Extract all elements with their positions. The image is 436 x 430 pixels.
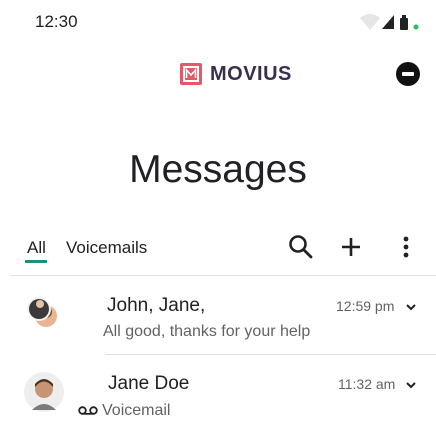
- new-message-button[interactable]: [336, 232, 366, 262]
- chevron-down-icon[interactable]: [404, 378, 418, 392]
- conversation-row[interactable]: Jane Doe Voicemail 11:32 am: [0, 358, 436, 430]
- more-options-button[interactable]: [394, 232, 418, 262]
- voicemail-icon: [78, 406, 98, 415]
- avatar: [22, 370, 66, 414]
- divider: [10, 275, 436, 276]
- notification-dot-icon: [413, 24, 419, 30]
- more-vert-icon: [403, 236, 409, 258]
- status-bar: 12:30: [0, 0, 436, 40]
- group-avatar: [24, 288, 64, 332]
- brand-logo: MOVIUS: [180, 60, 292, 88]
- chevron-down-icon[interactable]: [404, 300, 418, 314]
- movius-logo-icon: [180, 63, 202, 85]
- conversation-time: 11:32 am: [338, 376, 396, 392]
- page-title: Messages: [129, 148, 307, 191]
- battery-icon: [400, 18, 408, 30]
- wifi-icon: [360, 14, 380, 30]
- tab-all[interactable]: All: [27, 238, 46, 258]
- brand-name: MOVIUS: [210, 62, 292, 85]
- conversation-name: Jane Doe: [108, 373, 190, 394]
- search-icon: [289, 235, 313, 259]
- search-button[interactable]: [286, 232, 316, 262]
- conversation-row[interactable]: John, Jane, All good, thanks for your he…: [0, 280, 436, 352]
- conversation-time: 12:59 pm: [336, 298, 395, 314]
- clock: 12:30: [35, 12, 78, 31]
- conversation-name: John, Jane,: [107, 295, 206, 316]
- divider: [105, 354, 436, 355]
- presence-status-icon[interactable]: [396, 62, 420, 86]
- tab-active-indicator: [25, 260, 47, 263]
- conversation-preview: All good, thanks for your help: [103, 323, 311, 340]
- plus-icon: [342, 238, 360, 256]
- tab-voicemails[interactable]: Voicemails: [66, 238, 147, 258]
- status-icons: [356, 10, 426, 32]
- signal-icon: [382, 15, 394, 29]
- conversation-preview: Voicemail: [102, 402, 171, 419]
